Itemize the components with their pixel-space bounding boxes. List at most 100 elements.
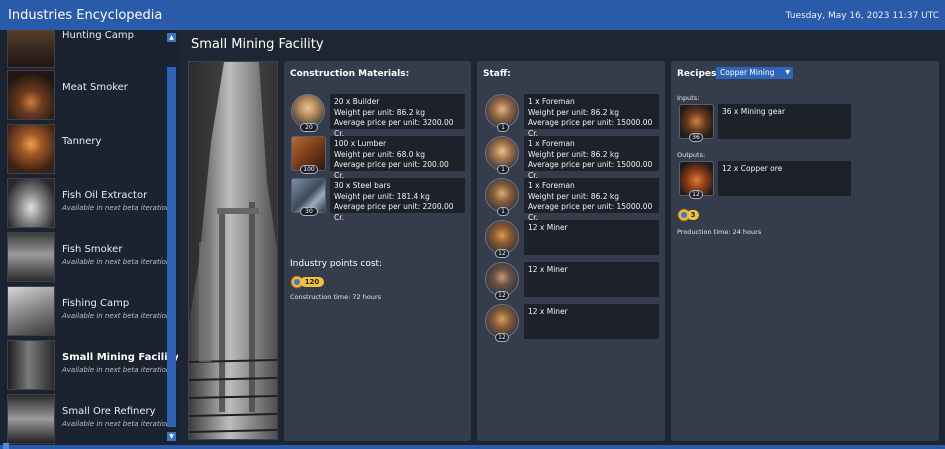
- recipe-output-label: 12 x Copper ore: [722, 164, 783, 173]
- sidebar-item-label: Meat Smoker: [62, 82, 128, 93]
- material-info: 100 x Lumber Weight per unit: 68.0 kg Av…: [330, 136, 465, 180]
- meat-smoker-thumbnail: [7, 70, 55, 120]
- small-ore-refinery-thumbnail: [7, 394, 55, 444]
- scroll-down-icon[interactable]: ▼: [167, 432, 176, 441]
- inputs-label: Inputs:: [677, 94, 700, 102]
- production-time: Production time: 24 hours: [677, 228, 762, 236]
- staff-info: 12 x Miner: [524, 262, 659, 297]
- staff-name: 12 x Miner: [528, 223, 568, 232]
- sidebar-item-tannery[interactable]: Tannery: [0, 122, 165, 176]
- sidebar: Hunting Camp Meat Smoker Tannery Fish Oi…: [0, 30, 178, 445]
- staff-name: 1 x Foreman: [528, 139, 575, 148]
- production-points-value: 3: [687, 210, 699, 220]
- staff-info: 1 x Foreman Weight per unit: 86.2 kg Ave…: [524, 94, 659, 138]
- sidebar-item-fish-smoker[interactable]: Fish Smoker Available in next beta itera…: [0, 230, 170, 284]
- sidebar-item-availability: Available in next beta iteration: [62, 258, 171, 266]
- staff-name: 1 x Foreman: [528, 181, 575, 190]
- small-mining-facility-thumbnail: [7, 340, 55, 390]
- quantity-badge: 12: [495, 249, 509, 258]
- material-weight: Weight per unit: 86.2 kg: [334, 107, 425, 117]
- staff-name: 12 x Miner: [528, 265, 568, 274]
- recipe-select[interactable]: Copper Mining ▼: [716, 67, 793, 79]
- staff-row: 12 12 x Miner: [485, 220, 659, 258]
- staff-heading: Staff:: [483, 69, 511, 79]
- recipes-heading: Recipes:: [677, 69, 720, 79]
- staff-info: 12 x Miner: [524, 304, 659, 339]
- staff-row: 12 12 x Miner: [485, 304, 659, 342]
- recipes-panel: Recipes: Copper Mining ▼ Inputs: 36 36 x…: [671, 61, 939, 441]
- sidebar-item-label: Small Ore Refinery: [62, 406, 156, 417]
- fish-smoker-thumbnail: [7, 232, 55, 282]
- material-row: 20 20 x Builder Weight per unit: 86.2 kg…: [291, 94, 465, 138]
- material-info: 30 x Steel bars Weight per unit: 181.4 k…: [330, 178, 465, 222]
- material-price: Average price per unit: 2200.00 Cr.: [334, 202, 454, 222]
- title-bar: Industries Encyclopedia Tuesday, May 16,…: [0, 0, 945, 30]
- quantity-badge: 1: [497, 207, 509, 216]
- recipe-output-info: 12 x Copper ore: [718, 161, 851, 196]
- material-weight: Weight per unit: 181.4 kg: [334, 191, 430, 201]
- recipe-select-value: Copper Mining: [720, 68, 775, 77]
- staff-info: 1 x Foreman Weight per unit: 86.2 kg Ave…: [524, 136, 659, 180]
- quantity-badge: 20: [300, 123, 318, 132]
- sidebar-item-availability: Available in next beta iteration: [62, 312, 171, 320]
- facility-image: [188, 61, 278, 440]
- staff-panel: Staff: 1 1 x Foreman Weight per unit: 86…: [477, 61, 665, 441]
- staff-weight: Weight per unit: 86.2 kg: [528, 107, 619, 117]
- quantity-badge: 1: [497, 123, 509, 132]
- app-title: Industries Encyclopedia: [8, 8, 163, 23]
- scroll-thumb[interactable]: [167, 67, 176, 427]
- sidebar-item-label: Fishing Camp: [62, 298, 130, 309]
- staff-info: 12 x Miner: [524, 220, 659, 255]
- sidebar-item-fish-oil-extractor[interactable]: Fish Oil Extractor Available in next bet…: [0, 176, 170, 230]
- staff-info: 1 x Foreman Weight per unit: 86.2 kg Ave…: [524, 178, 659, 222]
- tannery-thumbnail: [7, 124, 55, 174]
- sidebar-item-label: Fish Oil Extractor: [62, 190, 148, 201]
- chevron-down-icon: ▼: [785, 69, 790, 76]
- sidebar-item-label: Tannery: [62, 136, 102, 147]
- quantity-badge: 12: [495, 291, 509, 300]
- bottom-bar: [0, 445, 945, 449]
- material-name: 100 x Lumber: [334, 139, 387, 148]
- datetime-label: Tuesday, May 16, 2023 11:37 UTC: [785, 11, 939, 21]
- fishing-camp-thumbnail: [7, 286, 55, 336]
- sidebar-item-availability: Available in next beta iteration: [62, 366, 171, 374]
- sidebar-item-label: Hunting Camp: [62, 30, 134, 41]
- sidebar-item-label: Fish Smoker: [62, 244, 123, 255]
- page-title: Small Mining Facility: [191, 37, 324, 52]
- construction-heading: Construction Materials:: [290, 69, 410, 79]
- sidebar-item-small-ore-refinery[interactable]: Small Ore Refinery Available in next bet…: [0, 392, 170, 445]
- recipe-input-label: 36 x Mining gear: [722, 107, 786, 116]
- quantity-badge: 30: [300, 207, 318, 216]
- staff-weight: Weight per unit: 86.2 kg: [528, 191, 619, 201]
- sidebar-scrollbar[interactable]: ▲ ▼: [167, 30, 176, 443]
- scroll-up-icon[interactable]: ▲: [167, 33, 176, 42]
- staff-row: 1 1 x Foreman Weight per unit: 86.2 kg A…: [485, 178, 659, 222]
- staff-row: 12 12 x Miner: [485, 262, 659, 300]
- construction-time: Construction time: 72 hours: [290, 293, 382, 301]
- sidebar-item-meat-smoker[interactable]: Meat Smoker: [0, 68, 165, 122]
- staff-row: 1 1 x Foreman Weight per unit: 86.2 kg A…: [485, 94, 659, 138]
- industry-points-value: 120: [300, 277, 324, 287]
- fish-oil-extractor-thumbnail: [7, 178, 55, 228]
- quantity-badge: 12: [495, 333, 509, 342]
- quantity-badge: 100: [300, 165, 318, 174]
- quantity-badge: 1: [497, 165, 509, 174]
- material-row: 30 30 x Steel bars Weight per unit: 181.…: [291, 178, 465, 222]
- corner-icon: [3, 443, 9, 449]
- construction-panel: Construction Materials: 20 20 x Builder …: [284, 61, 471, 441]
- material-name: 20 x Builder: [334, 97, 380, 106]
- staff-name: 1 x Foreman: [528, 97, 575, 106]
- hunting-camp-thumbnail: [7, 30, 55, 68]
- quantity-badge: 36: [689, 133, 703, 142]
- sidebar-item-hunting-camp[interactable]: Hunting Camp: [0, 30, 165, 70]
- quantity-badge: 12: [689, 190, 703, 199]
- staff-row: 1 1 x Foreman Weight per unit: 86.2 kg A…: [485, 136, 659, 180]
- sidebar-item-label: Small Mining Facility: [62, 352, 178, 363]
- sidebar-item-fishing-camp[interactable]: Fishing Camp Available in next beta iter…: [0, 284, 170, 338]
- material-row: 100 100 x Lumber Weight per unit: 68.0 k…: [291, 136, 465, 180]
- sidebar-item-availability: Available in next beta iteration: [62, 204, 171, 212]
- sidebar-item-small-mining-facility[interactable]: Small Mining Facility Available in next …: [0, 338, 178, 392]
- material-weight: Weight per unit: 68.0 kg: [334, 149, 425, 159]
- material-info: 20 x Builder Weight per unit: 86.2 kg Av…: [330, 94, 465, 138]
- staff-weight: Weight per unit: 86.2 kg: [528, 149, 619, 159]
